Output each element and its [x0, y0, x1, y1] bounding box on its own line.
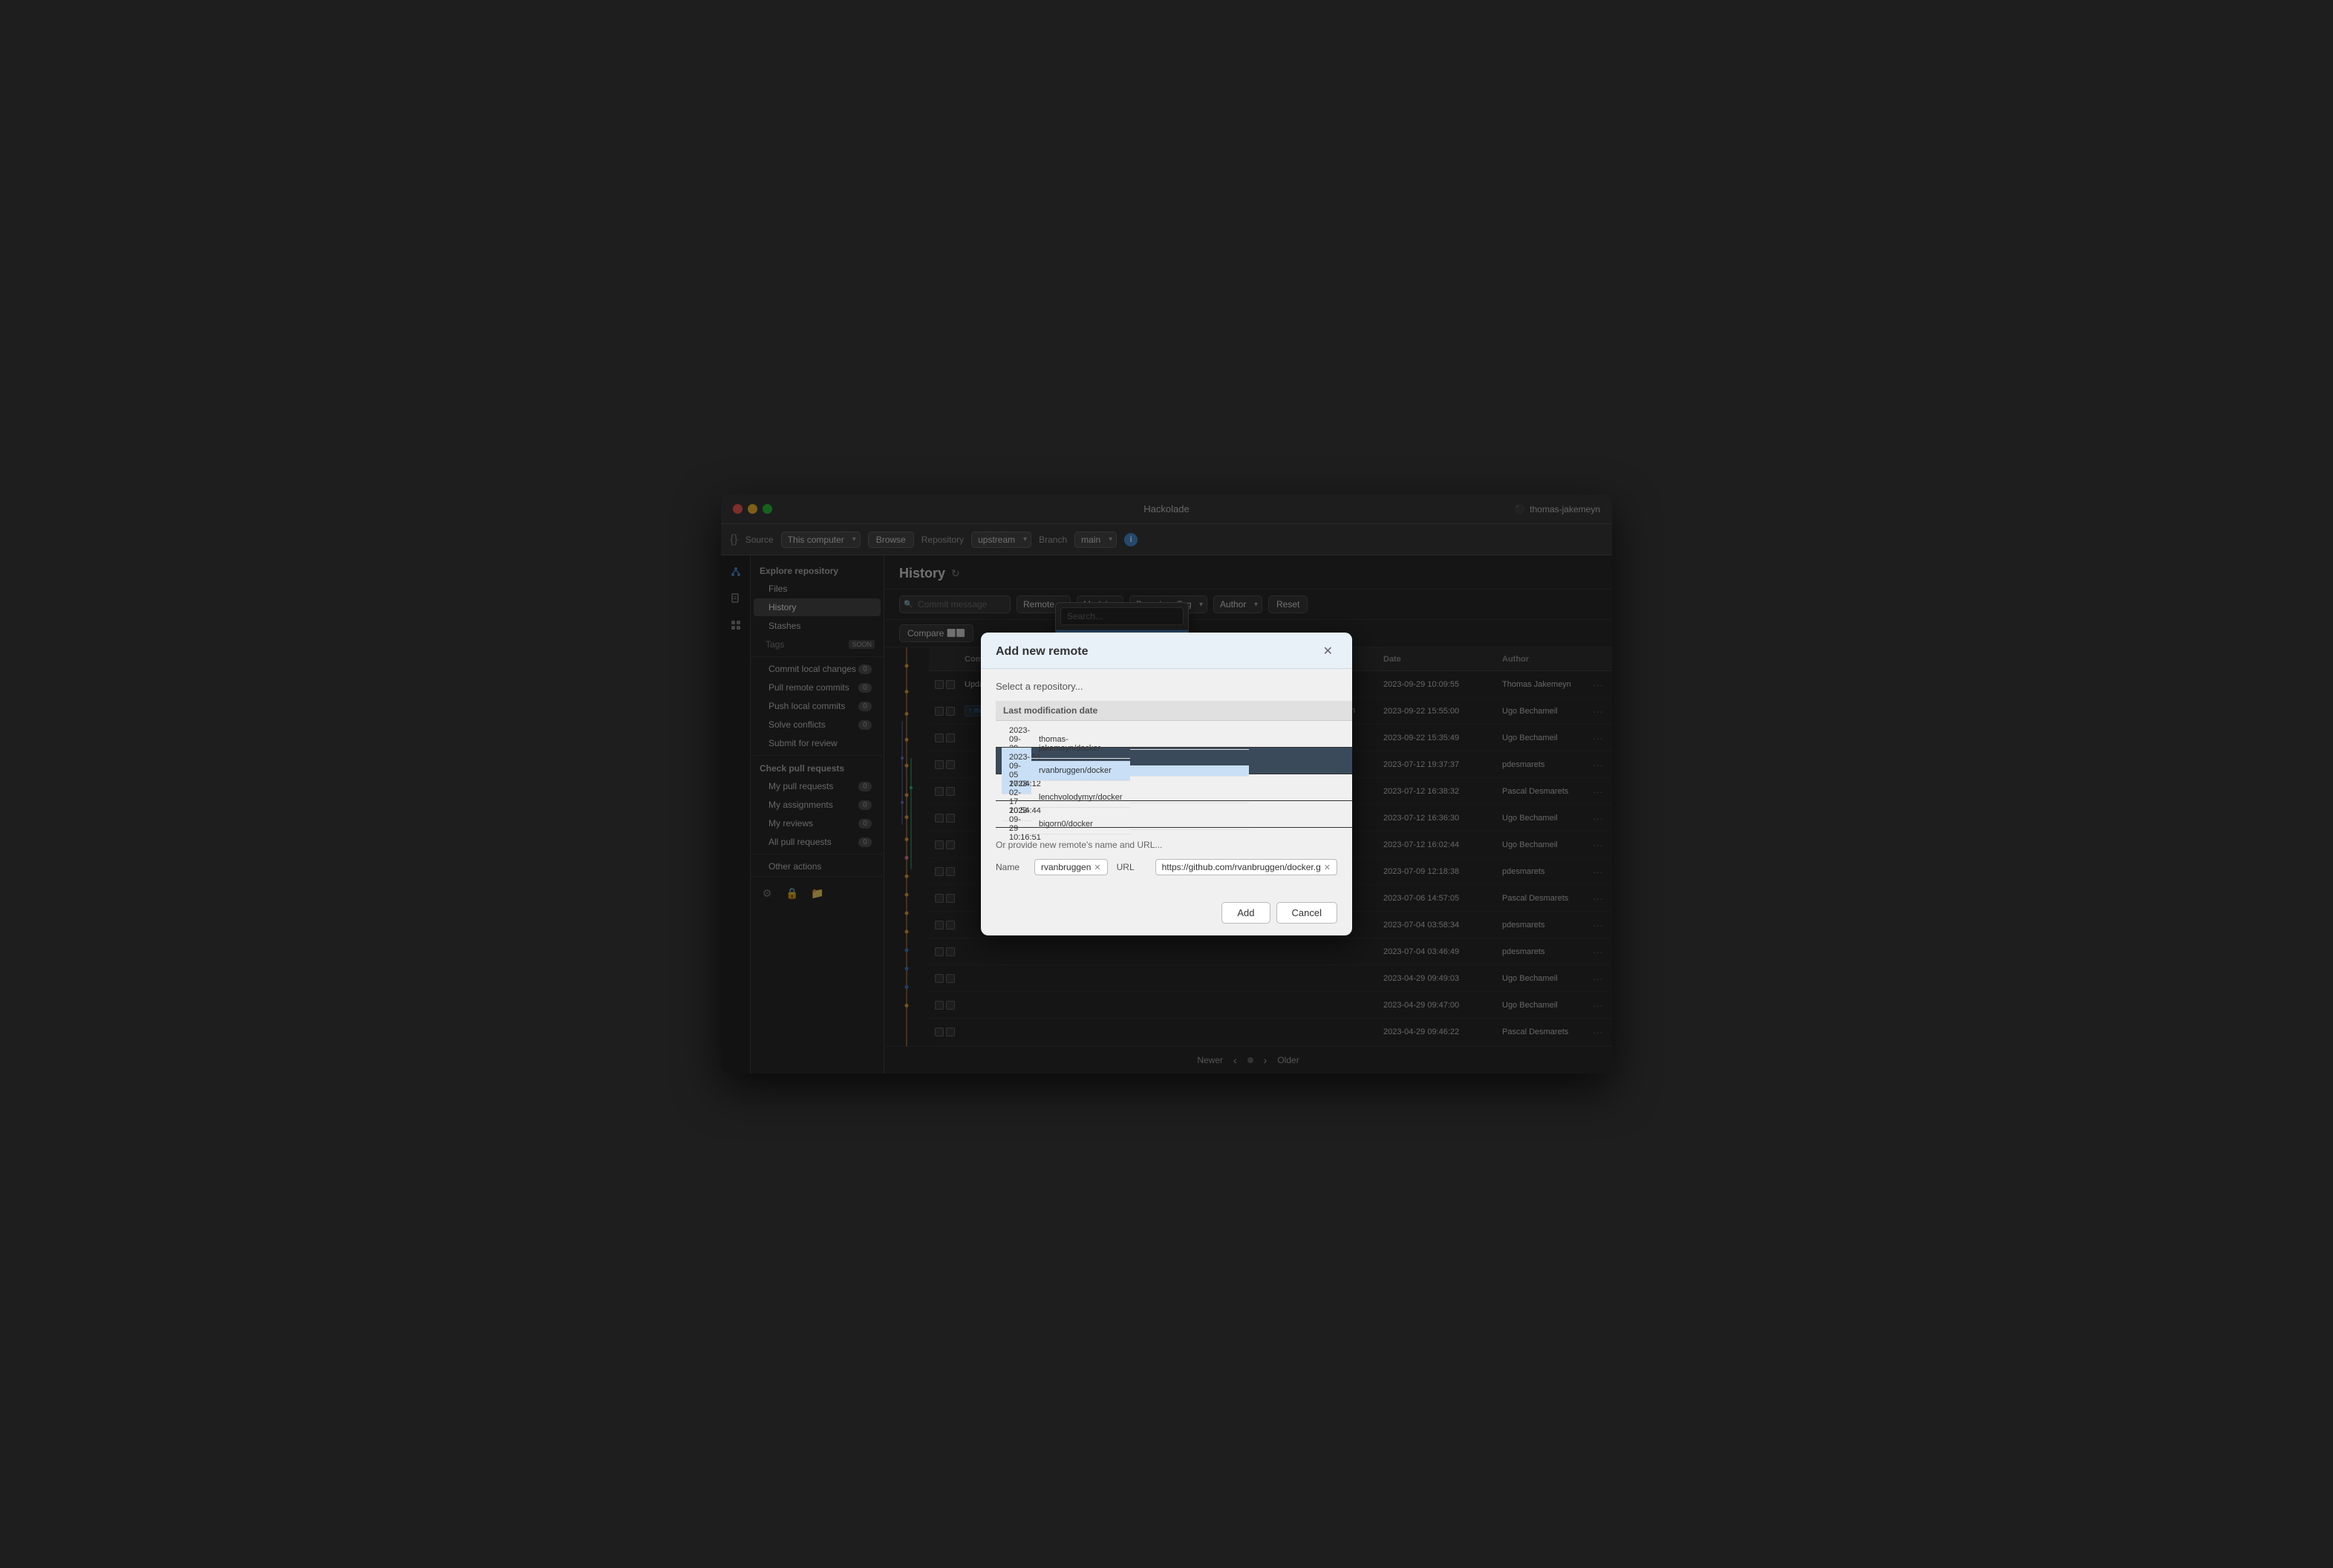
add-button[interactable]: Add	[1221, 902, 1270, 924]
or-text: Or provide new remote's name and URL...	[996, 840, 1337, 850]
cancel-button[interactable]: Cancel	[1276, 902, 1337, 924]
col-date-header: Last modification date	[996, 701, 1352, 721]
table-header-row: Last modification date Repository Remote	[996, 701, 1352, 721]
modal-header: Add new remote ✕	[981, 633, 1352, 669]
url-input-wrapper[interactable]: ✕	[1155, 859, 1337, 875]
modal-footer: Add Cancel	[981, 893, 1352, 935]
repo-remote-1	[1130, 765, 1249, 777]
app-window: Hackolade ⚫ thomas-jakemeyn {} Source Th…	[721, 494, 1612, 1074]
repo-name-2: lenchvolodymyr/docker	[1031, 788, 1130, 808]
repo-name-0: thomas-jakemeyn/docker	[1031, 730, 1130, 759]
repo-table: Last modification date Repository Remote…	[996, 701, 1352, 828]
url-input[interactable]	[1162, 862, 1321, 872]
modal-overlay[interactable]: Add new remote ✕ Select a repository... …	[721, 494, 1612, 1074]
repo-name-1: rvanbruggen/docker	[1031, 761, 1130, 781]
url-form-label: URL	[1117, 862, 1146, 872]
repo-name-3: bigorn0/docker	[1031, 814, 1130, 834]
modal-title: Add new remote	[996, 645, 1088, 659]
repo-remote-3	[1130, 819, 1249, 830]
name-form-row: Name rvanbruggen ✕ URL ✕	[996, 859, 1337, 875]
repo-remote-2	[1130, 792, 1249, 803]
url-clear-icon[interactable]: ✕	[1324, 863, 1331, 872]
name-tag-remove[interactable]: ✕	[1094, 863, 1100, 872]
add-remote-modal: Add new remote ✕ Select a repository... …	[981, 633, 1352, 935]
modal-close-button[interactable]: ✕	[1319, 644, 1337, 659]
name-tag-input[interactable]: rvanbruggen ✕	[1034, 859, 1108, 875]
modal-subtitle: Select a repository...	[996, 681, 1337, 692]
repo-row-0[interactable]: 2023-09-29 10:16:51 thomas-jakemeyn/dock…	[996, 721, 1352, 748]
name-tag-value: rvanbruggen	[1041, 862, 1091, 872]
name-form-label: Name	[996, 862, 1025, 872]
repo-remote-0	[1130, 739, 1249, 750]
modal-body: Select a repository... Last modification…	[981, 669, 1352, 893]
